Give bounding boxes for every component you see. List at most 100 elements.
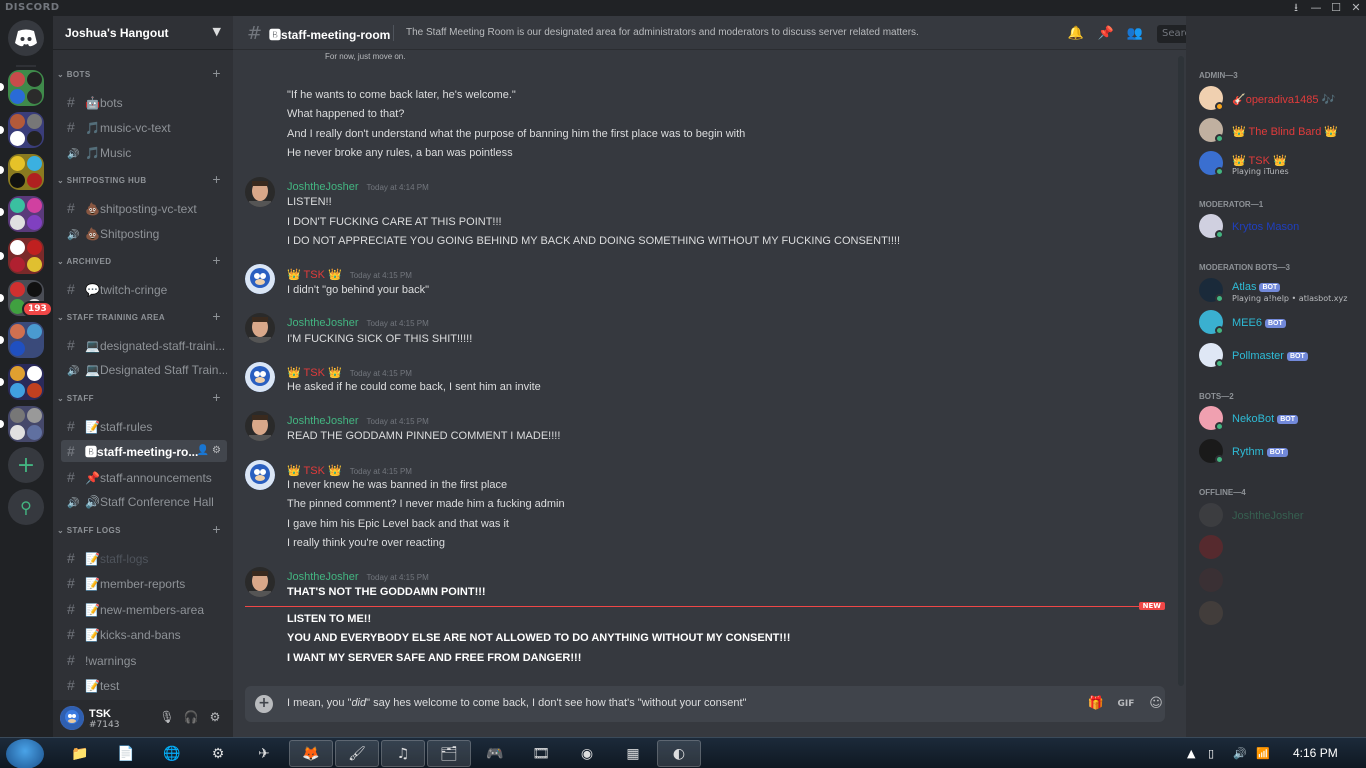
channel-category[interactable]: ⌄ STAFF LOGS + xyxy=(57,521,227,537)
minecraft-icon[interactable]: ▦ xyxy=(611,740,655,767)
user-avatar[interactable] xyxy=(245,264,275,294)
chrome-icon[interactable]: 🌐 xyxy=(150,740,194,767)
author-name[interactable]: JoshtheJosher xyxy=(287,181,359,193)
channel-category[interactable]: ⌄ BOTS + xyxy=(57,65,227,81)
create-channel-plus-icon[interactable]: + xyxy=(212,65,221,81)
upload-plus-icon[interactable]: + xyxy=(255,695,273,713)
channel-topic[interactable]: The Staff Meeting Room is our designated… xyxy=(406,27,919,38)
file-explorer-icon[interactable]: 📁 xyxy=(58,740,102,767)
author-name[interactable]: 👑 TSK 👑 xyxy=(287,367,342,379)
channel-item-shitposting-vc-text[interactable]: # 💩shitposting-vc-text xyxy=(61,197,227,219)
create-channel-plus-icon[interactable]: + xyxy=(212,252,221,268)
server-folder-4[interactable] xyxy=(8,196,44,232)
server-folder-1[interactable] xyxy=(8,70,44,106)
itunes-icon[interactable]: ♫ xyxy=(381,740,425,767)
user-avatar[interactable] xyxy=(245,567,275,597)
firefox-icon[interactable]: 🦊 xyxy=(289,740,333,767)
channel-item-kicks-and-bans[interactable]: # 📝kicks-and-bans xyxy=(61,623,227,645)
server-folder-9[interactable] xyxy=(8,406,44,442)
minimize-button[interactable]: — xyxy=(1306,0,1326,16)
member-item[interactable] xyxy=(1199,599,1359,629)
explore-servers-button[interactable]: ⚲ xyxy=(8,489,44,525)
scrollbar[interactable] xyxy=(1178,56,1184,686)
taskbar-clock[interactable]: 4:16 PM xyxy=(1293,746,1338,760)
user-avatar[interactable] xyxy=(245,460,275,490)
notification-bell-icon[interactable]: 🔔 xyxy=(1067,25,1085,43)
member-item[interactable] xyxy=(1199,566,1359,596)
member-item[interactable]: Krytos Mason xyxy=(1199,212,1359,242)
author-name[interactable]: JoshtheJosher xyxy=(287,571,359,583)
author-name[interactable]: 👑 TSK 👑 xyxy=(287,465,342,477)
channel-item-member-reports[interactable]: # 📝member-reports xyxy=(61,572,227,594)
avatar[interactable] xyxy=(60,706,84,730)
member-item[interactable]: Rythm BOT xyxy=(1199,437,1359,467)
channel-category[interactable]: ⌄ ARCHIVED + xyxy=(57,252,227,268)
tray-device-icon[interactable]: ▯ xyxy=(1208,747,1214,760)
server-folder-8[interactable] xyxy=(8,364,44,400)
tray-expand-icon[interactable]: ▲ xyxy=(1187,747,1195,760)
author-name[interactable]: JoshtheJosher xyxy=(287,317,359,329)
author-name[interactable]: 👑 TSK 👑 xyxy=(287,269,342,281)
emoji-icon[interactable]: ☺ xyxy=(1147,695,1165,713)
author-name[interactable]: JoshtheJosher xyxy=(287,415,359,427)
channel-category[interactable]: ⌄ STAFF + xyxy=(57,389,227,405)
folder-icon[interactable]: 🗂 xyxy=(427,740,471,767)
member-item[interactable]: Atlas BOT Playing a!help • atlasbot.xyz xyxy=(1199,276,1359,306)
user-avatar[interactable] xyxy=(245,411,275,441)
member-item[interactable]: JoshtheJosher xyxy=(1199,501,1359,531)
origin-icon[interactable]: ◉ xyxy=(565,740,609,767)
volume-icon[interactable]: 🔊 xyxy=(1233,747,1247,760)
user-avatar[interactable] xyxy=(245,313,275,343)
member-item[interactable]: NekoBot BOT xyxy=(1199,404,1359,434)
settings-gear-icon[interactable]: ⚙ xyxy=(212,445,221,456)
member-item[interactable]: 🎸operadiva1485 🎶 xyxy=(1199,84,1359,114)
member-item[interactable] xyxy=(1199,533,1359,563)
gif-icon[interactable]: GIF xyxy=(1117,695,1135,713)
member-item[interactable]: 👑 The Blind Bard 👑 xyxy=(1199,116,1359,146)
member-item[interactable]: 👑 TSK 👑 Playing iTunes xyxy=(1199,149,1359,179)
guild-header[interactable]: Joshua's Hangout ▼ xyxy=(53,16,233,50)
start-button[interactable] xyxy=(6,739,44,768)
channel-item-bots[interactable]: # 🤖bots xyxy=(61,91,227,113)
headphones-icon[interactable]: 🎧 xyxy=(183,710,199,726)
user-avatar[interactable] xyxy=(245,362,275,392)
channel-item-music[interactable]: 🔊 🎵Music xyxy=(61,142,227,164)
member-item[interactable]: MEE6 BOT xyxy=(1199,308,1359,338)
server-folder-3[interactable] xyxy=(8,154,44,190)
create-channel-plus-icon[interactable]: + xyxy=(212,171,221,187)
channel-item-staff-rules[interactable]: # 📝staff-rules xyxy=(61,415,227,437)
game-icon[interactable]: ◐ xyxy=(657,740,701,767)
paint-icon[interactable]: 🖌 xyxy=(335,740,379,767)
channel-item-staff-logs[interactable]: # 📝staff-logs xyxy=(61,547,227,569)
media-icon[interactable]: 🎞 xyxy=(519,740,563,767)
channel-item-test[interactable]: # 📝test xyxy=(61,674,227,696)
create-channel-plus-icon[interactable]: + xyxy=(212,521,221,537)
home-button[interactable] xyxy=(8,20,44,56)
add-server-button[interactable]: + xyxy=(8,447,44,483)
create-channel-plus-icon[interactable]: + xyxy=(212,389,221,405)
server-folder-2[interactable] xyxy=(8,112,44,148)
user-avatar[interactable] xyxy=(245,177,275,207)
server-folder-5[interactable] xyxy=(8,238,44,274)
create-channel-plus-icon[interactable]: + xyxy=(212,308,221,324)
maximize-button[interactable]: ☐ xyxy=(1326,0,1346,16)
member-item[interactable]: Pollmaster BOT xyxy=(1199,341,1359,371)
channel-item-twitch-cringe[interactable]: # 💬twitch-cringe xyxy=(61,278,227,300)
channel-item-designated-staff-train-[interactable]: 🔊 💻Designated Staff Train... xyxy=(61,359,227,381)
channel-item-warnings[interactable]: # !warnings xyxy=(61,649,227,671)
app-icon[interactable]: ✈ xyxy=(242,740,286,767)
channel-item-staff-meeting-ro-[interactable]: # 🅱staff-meeting-ro... 👤 ⚙ xyxy=(61,440,227,462)
channel-item-staff-conference-hall[interactable]: 🔊 🔊Staff Conference Hall xyxy=(61,491,227,513)
discord-icon[interactable]: 🎮 xyxy=(473,740,517,767)
member-list-icon[interactable]: 👥 xyxy=(1126,25,1144,43)
channel-item-new-members-area[interactable]: # 📝new-members-area xyxy=(61,598,227,620)
channel-category[interactable]: ⌄ SHITPOSTING HUB + xyxy=(57,171,227,187)
steam-icon[interactable]: ⚙ xyxy=(196,740,240,767)
microphone-icon[interactable]: 🎙 xyxy=(159,710,175,726)
channel-category[interactable]: ⌄ STAFF TRAINING AREA + xyxy=(57,308,227,324)
channel-item-music-vc-text[interactable]: # 🎵music-vc-text xyxy=(61,116,227,138)
message-composer[interactable]: + I mean, you "did" say hes welcome to c… xyxy=(245,686,1165,722)
close-button[interactable]: ✕ xyxy=(1346,0,1366,16)
channel-item-staff-announcements[interactable]: # 📌staff-announcements xyxy=(61,466,227,488)
server-folder-7[interactable] xyxy=(8,322,44,358)
